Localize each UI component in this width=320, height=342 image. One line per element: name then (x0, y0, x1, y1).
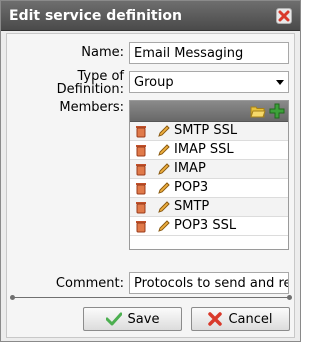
trash-icon[interactable] (134, 219, 148, 233)
close-icon (278, 10, 290, 22)
dialog-title: Edit service definition (9, 8, 183, 24)
members-label: Members: (59, 100, 124, 115)
member-label: SMTP SSL (174, 123, 238, 138)
trash-icon[interactable] (134, 162, 148, 176)
list-item: IMAP SSL (130, 141, 288, 160)
add-member-button[interactable] (269, 103, 285, 119)
members-toolbar (130, 101, 288, 122)
pencil-icon[interactable] (157, 219, 171, 233)
member-rows: SMTP SSL IMAP SSL IMAP POP3 SMTP POP3 SS… (130, 122, 288, 236)
edit-service-dialog: Edit service definition Name: Email Mess… (0, 0, 301, 342)
save-button[interactable]: Save (83, 307, 182, 331)
trash-icon[interactable] (134, 124, 148, 138)
dialog-body: Name: Email Messaging Type of Definition… (6, 33, 295, 338)
member-label: POP3 SSL (174, 218, 237, 233)
list-item: POP3 SSL (130, 217, 288, 236)
member-label: SMTP (174, 199, 210, 214)
type-label-line2: Definition: (56, 82, 124, 97)
member-label: IMAP SSL (174, 142, 234, 157)
pencil-icon[interactable] (157, 124, 171, 138)
member-label: IMAP (174, 161, 206, 176)
name-input[interactable]: Email Messaging (129, 42, 289, 64)
members-list: SMTP SSL IMAP SSL IMAP POP3 SMTP POP3 SS… (129, 100, 289, 250)
name-label: Name: (81, 45, 124, 60)
pencil-icon[interactable] (157, 143, 171, 157)
pencil-icon[interactable] (157, 200, 171, 214)
chevron-down-icon (276, 80, 284, 85)
pencil-icon[interactable] (157, 181, 171, 195)
dialog-titlebar: Edit service definition (1, 1, 300, 31)
cancel-label: Cancel (228, 311, 273, 327)
save-label: Save (127, 311, 160, 327)
list-item: IMAP (130, 160, 288, 179)
close-button[interactable] (276, 8, 292, 24)
trash-icon[interactable] (134, 143, 148, 157)
list-item: SMTP SSL (130, 122, 288, 141)
type-select[interactable]: Group (129, 71, 289, 93)
comment-label: Comment: (55, 276, 124, 291)
list-item: POP3 (130, 179, 288, 198)
x-icon (208, 312, 223, 326)
check-icon (105, 312, 122, 326)
member-label: POP3 (174, 180, 209, 195)
list-item: SMTP (130, 198, 288, 217)
type-select-value: Group (134, 75, 174, 90)
open-folder-button[interactable] (250, 103, 266, 119)
cancel-button[interactable]: Cancel (191, 307, 290, 331)
divider (10, 295, 292, 300)
comment-input[interactable]: Protocols to send and receiv (129, 272, 289, 294)
pencil-icon[interactable] (157, 162, 171, 176)
trash-icon[interactable] (134, 200, 148, 214)
folder-icon (250, 106, 266, 118)
trash-icon[interactable] (134, 181, 148, 195)
add-icon (269, 103, 285, 119)
